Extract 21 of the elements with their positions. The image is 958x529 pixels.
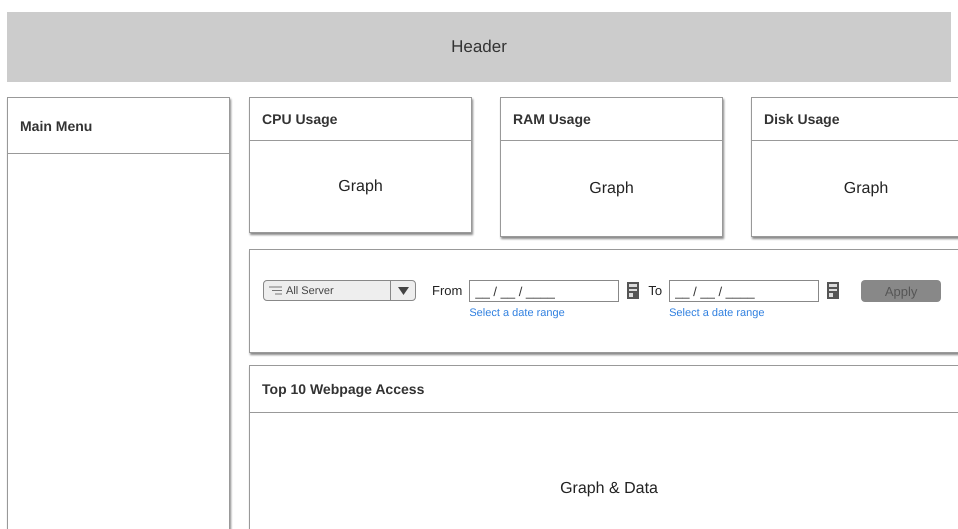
placeholder-text: Graph: [844, 180, 888, 198]
panel-title: RAM Usage: [513, 111, 591, 127]
header-title: Header: [451, 37, 507, 57]
placeholder-text: Graph & Data: [560, 480, 658, 498]
list-icon: [269, 286, 282, 295]
calendar-icon[interactable]: [827, 282, 840, 299]
panel-title: Disk Usage: [764, 111, 840, 127]
panel-title: Top 10 Webpage Access: [262, 381, 424, 397]
placeholder-text: Graph: [589, 180, 634, 198]
server-dropdown[interactable]: All Server: [263, 280, 416, 301]
date-hint: Select a date range: [469, 307, 566, 319]
caret-icon: [398, 286, 408, 294]
calendar-icon[interactable]: [627, 282, 640, 299]
date-field[interactable]: __ / __ / ____: [469, 280, 620, 302]
panel-title: Main Menu: [20, 118, 92, 134]
placeholder-text: Graph: [338, 178, 383, 196]
to-label: To: [648, 283, 662, 298]
date-field[interactable]: __ / __ / ____: [669, 280, 820, 302]
panel-title: CPU Usage: [262, 111, 338, 127]
date-hint: Select a date range: [669, 307, 766, 319]
from-label: From: [432, 283, 462, 298]
